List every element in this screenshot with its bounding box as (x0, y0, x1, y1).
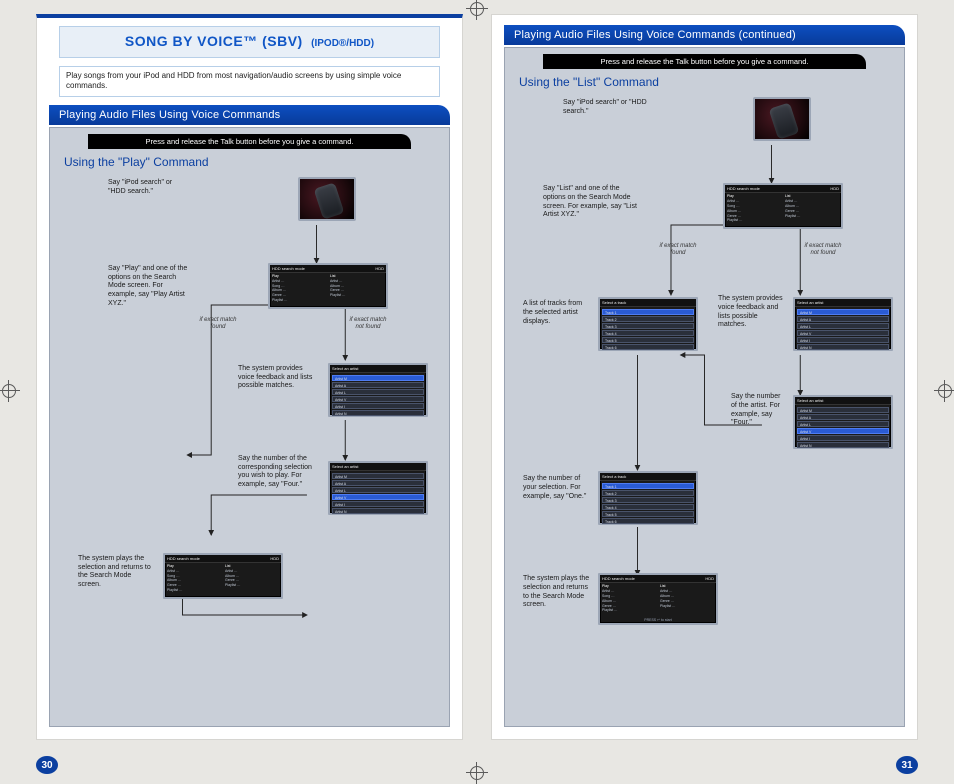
subhead-left: Using the "Play" Command (64, 155, 441, 169)
crop-mark-bottom (466, 762, 488, 784)
step-r-say-selection: Say the number of your selection. For ex… (523, 475, 593, 501)
screen-r-search-mode-2: HDD search modeHDD Play Artist …Song …Al… (598, 573, 718, 625)
hint-match-found: if exact match found (198, 317, 238, 331)
screen-r-tracks: Select a track Track 1 Track 2 Track 3 T… (598, 297, 698, 351)
screen-search-mode-1: HDD search modeHDD Play Artist …Song …Al… (268, 263, 388, 309)
intro-text: Play songs from your iPod and HDD from m… (59, 66, 440, 97)
page-number-left: 30 (36, 756, 58, 774)
remote-image-left (298, 177, 356, 221)
instruction-bar-left: Press and release the Talk button before… (88, 134, 411, 149)
hint-match-not-found: if exact match not found (348, 317, 388, 331)
flow-box-right: Press and release the Talk button before… (504, 47, 905, 727)
page-left: SONG BY VOICE™ (SBV) (IPOD®/HDD) Play so… (36, 14, 463, 740)
page-number-right: 31 (896, 756, 918, 774)
step-feedback: The system provides voice feedback and l… (238, 365, 313, 391)
step-r-say-search: Say "iPod search" or "HDD search." (563, 99, 648, 117)
screen-search-mode-2: HDD search modeHDD Play Artist …Song …Al… (163, 553, 283, 599)
screen-r-tracks-2: Select a track Track 1 Track 2 Track 3 T… (598, 471, 698, 525)
flow-area-left: Say "iPod search" or "HDD search." Say "… (58, 175, 441, 645)
title-paren: (IPOD®/HDD) (311, 38, 374, 49)
subhead-right: Using the "List" Command (519, 75, 896, 89)
screen-select-artist-2: Select an artist Artist M Artist A Artis… (328, 461, 428, 515)
step-say-play: Say "Play" and one of the options on the… (108, 265, 188, 309)
screen-select-artist-1: Select an artist Artist M Artist A Artis… (328, 363, 428, 417)
step-r-feedback: The system provides voice feedback and l… (718, 295, 788, 330)
section-header-left: Playing Audio Files Using Voice Commands (49, 105, 450, 125)
step-plays: The system plays the selection and retur… (78, 555, 153, 590)
step-say-number: Say the number of the corresponding sele… (238, 455, 318, 490)
step-r-say-artist-num: Say the number of the artist. For exampl… (731, 393, 786, 428)
step-r-plays: The system plays the selection and retur… (523, 575, 593, 610)
flow-area-right: Say "iPod search" or "HDD search." Say "… (513, 95, 896, 655)
screen-r-artists-1: Select an artist Artist M Artist A Artis… (793, 297, 893, 351)
section-header-right: Playing Audio Files Using Voice Commands… (504, 25, 905, 45)
screen-r-search-mode-1: HDD search modeHDD Play Artist …Song …Al… (723, 183, 843, 229)
hint-r-match-found: if exact match found (658, 243, 698, 257)
hint-r-match-not-found: if exact match not found (803, 243, 843, 257)
title-banner: SONG BY VOICE™ (SBV) (IPOD®/HDD) (59, 26, 440, 58)
page-right: Playing Audio Files Using Voice Commands… (491, 14, 918, 740)
title-main: SONG BY VOICE™ (SBV) (125, 33, 303, 49)
instruction-bar-right: Press and release the Talk button before… (543, 54, 866, 69)
step-r-say-list: Say "List" and one of the options on the… (543, 185, 638, 220)
remote-image-right (753, 97, 811, 141)
flow-box-left: Press and release the Talk button before… (49, 127, 450, 727)
step-r-tracks: A list of tracks from the selected artis… (523, 300, 593, 326)
screen-r-artists-2: Select an artist Artist M Artist A Artis… (793, 395, 893, 449)
step-say-search: Say "iPod search" or "HDD search." (108, 179, 188, 197)
flow-arrows-right (513, 95, 896, 655)
